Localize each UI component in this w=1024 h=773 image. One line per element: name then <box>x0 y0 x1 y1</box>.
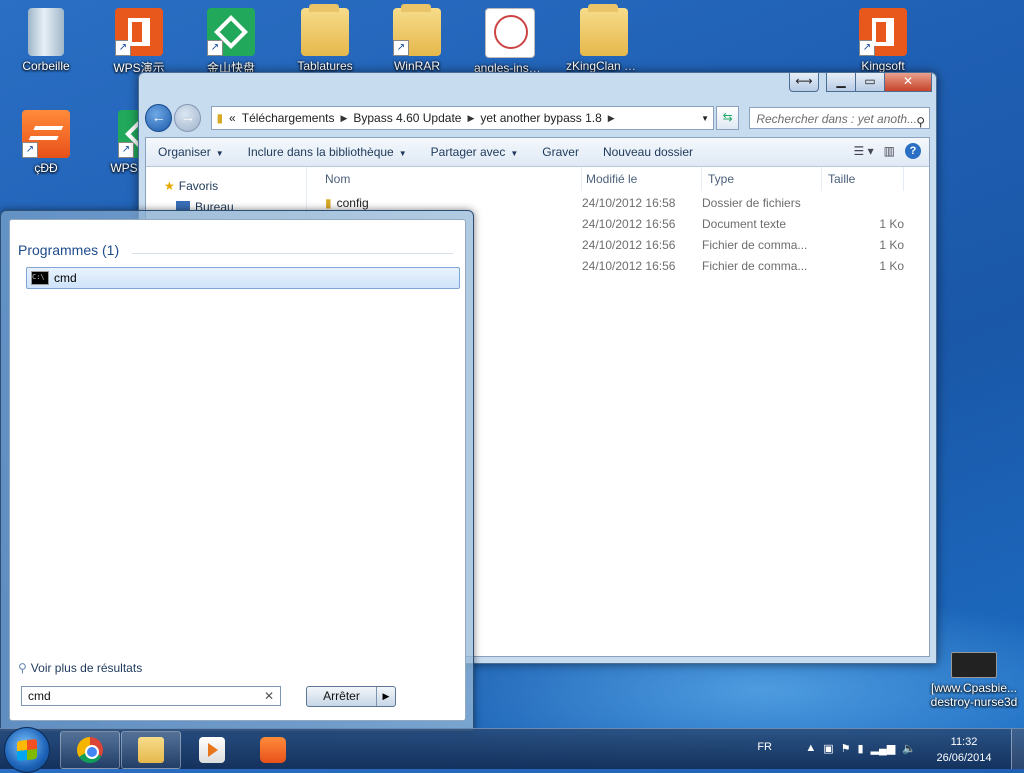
chrome-icon <box>77 737 103 763</box>
chevron-down-icon[interactable]: ▼ <box>701 114 709 123</box>
taskbar-app-orange[interactable] <box>243 731 303 769</box>
video-file-icon <box>951 652 997 678</box>
desktop-icon-app-orange[interactable]: ↗ çĐĐ <box>11 110 81 175</box>
resize-icon[interactable]: ⟷ <box>789 72 819 92</box>
flag-icon[interactable]: ⚑ <box>841 742 851 755</box>
burn-button[interactable]: Graver <box>530 145 591 159</box>
folder-icon: ▮ <box>216 111 224 125</box>
preview-pane-icon[interactable]: ▥ <box>884 144 895 158</box>
refresh-button[interactable]: ⇆ <box>715 106 740 130</box>
shutdown-button[interactable]: Arrêter ▶ <box>306 686 396 707</box>
divider <box>132 253 453 254</box>
chevron-right-icon[interactable]: ▶ <box>376 687 395 706</box>
programs-header: Programmes (1) <box>18 242 120 258</box>
desktop-icon-kuaipan[interactable]: ↗ 金山快盘 <box>196 8 266 76</box>
media-player-icon <box>199 737 225 763</box>
breadcrumb-overflow[interactable]: « <box>229 111 236 125</box>
column-headers: Nom Modifié le Type Taille <box>307 167 929 191</box>
chevron-down-icon: ▼ <box>510 149 519 158</box>
language-indicator[interactable]: FR <box>757 741 772 753</box>
explorer-icon <box>138 737 164 763</box>
desktop-icon-tablatures[interactable]: Tablatures <box>290 4 360 73</box>
start-search-input[interactable]: cmd ✕ <box>21 686 281 706</box>
maximize-button[interactable]: ▭ <box>855 72 885 92</box>
result-cmd[interactable]: C:\ cmd <box>26 267 460 289</box>
geometry-file-icon <box>485 8 535 58</box>
chevron-right-icon[interactable]: ▶ <box>608 113 615 124</box>
folder-icon <box>301 4 349 56</box>
chevron-up-icon[interactable]: ▲ <box>805 742 816 755</box>
chevron-down-icon: ▼ <box>398 149 407 158</box>
command-prompt-icon: C:\ <box>31 271 49 285</box>
more-results-link[interactable]: ⚲ Voir plus de résultats <box>18 661 142 675</box>
back-button[interactable]: ← <box>145 104 173 132</box>
desktop-icon-angles[interactable]: angles-inscrits... <box>474 8 546 75</box>
wps-icon: ↗ <box>115 8 163 56</box>
folder-icon <box>580 4 628 56</box>
recycle-bin-icon <box>28 8 64 56</box>
new-folder-button[interactable]: Nouveau dossier <box>591 145 705 159</box>
desktop-icon-kingsoft[interactable]: ↗ Kingsoft <box>848 8 918 73</box>
taskbar-explorer[interactable] <box>121 731 181 769</box>
desktop-icon-winrar[interactable]: ↗ WinRAR <box>382 4 452 73</box>
network-icon[interactable]: ▂▄▆ <box>871 742 896 755</box>
chevron-right-icon[interactable]: ▶ <box>467 113 474 124</box>
column-size[interactable]: Taille <box>822 167 904 191</box>
chevron-right-icon[interactable]: ▶ <box>340 113 347 124</box>
clear-search-icon[interactable]: ✕ <box>264 687 274 705</box>
column-type[interactable]: Type <box>702 167 822 191</box>
clock[interactable]: 11:32 26/06/2014 <box>924 734 1004 766</box>
help-icon[interactable]: ? <box>905 143 921 159</box>
taskbar: FR ▲ ▣ ⚑ ▮ ▂▄▆ 🔈 11:32 26/06/2014 <box>0 727 1024 773</box>
search-results-panel: Programmes (1) C:\ cmd ⚲ Voir plus de rés… <box>9 219 466 721</box>
star-icon: ★ <box>164 179 175 193</box>
breadcrumb-current[interactable]: yet another bypass 1.8 <box>480 111 601 125</box>
system-tray: FR ▲ ▣ ⚑ ▮ ▂▄▆ 🔈 11:32 26/06/2014 <box>724 729 1024 769</box>
start-menu: Programmes (1) C:\ cmd ⚲ Voir plus de rés… <box>0 210 474 732</box>
minimize-button[interactable]: ▁ <box>826 72 856 92</box>
folder-icon: ▮ <box>325 196 332 210</box>
address-bar[interactable]: ▮ « Téléchargements ▶ Bypass 4.60 Update… <box>211 106 714 130</box>
start-button[interactable] <box>4 727 50 773</box>
taskbar-chrome[interactable] <box>60 731 120 769</box>
search-input[interactable]: Rechercher dans : yet anoth... ⚲ <box>749 107 930 129</box>
winrar-icon: ↗ <box>393 4 441 56</box>
taskbar-media-player[interactable] <box>182 731 242 769</box>
nav-favorites[interactable]: ★ Favoris <box>164 179 218 193</box>
breadcrumb-downloads[interactable]: Téléchargements <box>242 111 335 125</box>
desktop-icon-video-file[interactable]: [www.Cpasbie... destroy-nurse3d <box>926 652 1022 709</box>
chevron-down-icon: ▼ <box>215 149 224 158</box>
share-button[interactable]: Partager avec ▼ <box>419 145 531 159</box>
view-options-icon[interactable]: ☰ ▾ <box>854 144 874 158</box>
search-icon: ⚲ <box>18 661 27 675</box>
breadcrumb-bypass[interactable]: Bypass 4.60 Update <box>353 111 461 125</box>
desktop-icon-zkingclan[interactable]: zKingClan Free <box>566 4 642 73</box>
app-icon <box>260 737 286 763</box>
show-desktop-button[interactable] <box>1011 729 1024 769</box>
search-icon: ⚲ <box>916 115 925 129</box>
column-modified[interactable]: Modifié le <box>582 167 702 191</box>
desktop-icon-recycle-bin[interactable]: Corbeille <box>11 8 81 73</box>
column-name[interactable]: Nom <box>307 167 582 191</box>
include-library-button[interactable]: Inclure dans la bibliothèque ▼ <box>236 145 419 159</box>
app-icon: ↗ <box>22 110 70 158</box>
forward-button[interactable]: → <box>174 104 202 132</box>
device-icon[interactable]: ▣ <box>823 742 833 755</box>
power-icon[interactable]: ▮ <box>858 742 864 755</box>
volume-icon[interactable]: 🔈 <box>902 742 916 755</box>
command-bar: Organiser ▼ Inclure dans la bibliothèque ▼… <box>146 138 929 167</box>
close-button[interactable]: ✕ <box>884 72 932 92</box>
kingsoft-icon: ↗ <box>859 8 907 56</box>
desktop-icon-wps-presentation[interactable]: ↗ WPS演示 <box>104 8 174 76</box>
organize-button[interactable]: Organiser ▼ <box>146 145 236 159</box>
kuaipan-icon: ↗ <box>207 8 255 56</box>
